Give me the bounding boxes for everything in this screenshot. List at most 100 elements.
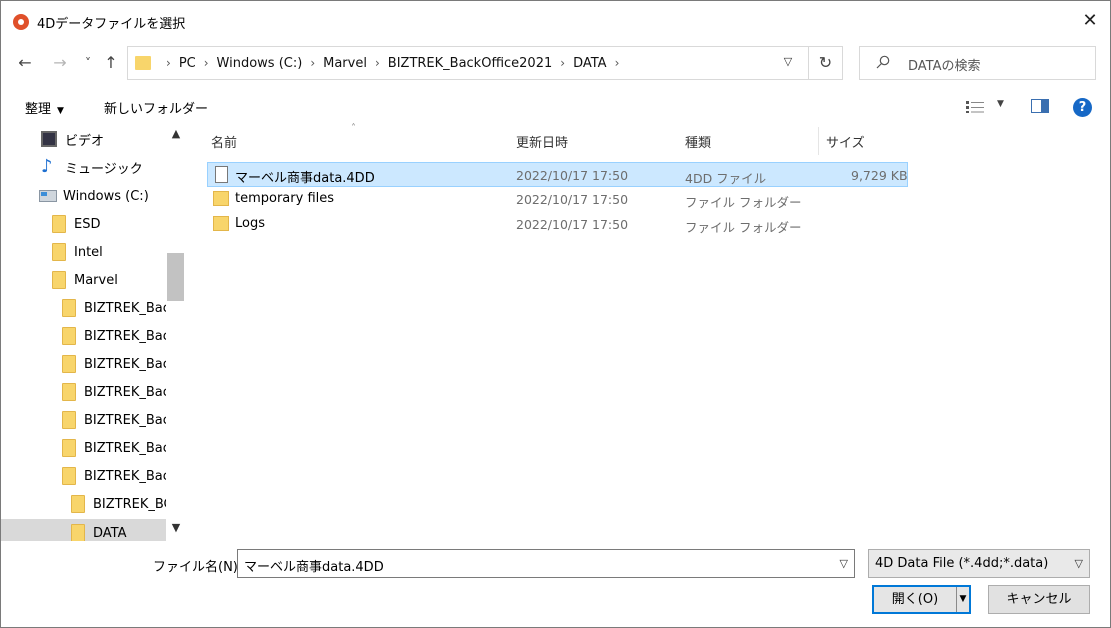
tree-item-label: BIZTREK_BC [93, 496, 166, 512]
tree-item-biztrek[interactable]: BIZTREK_Back [1, 294, 166, 322]
tree-item-esd[interactable]: ESD [1, 210, 166, 238]
tree-item-data[interactable]: DATA [1, 519, 166, 541]
tree-item-label: Intel [74, 244, 103, 260]
filetype-value: 4D Data File (*.4dd;*.data) [875, 556, 1049, 571]
folder-icon [62, 327, 76, 345]
tree-item-label: BIZTREK_Back [84, 468, 166, 484]
recent-locations-button[interactable]: ˅ [76, 51, 100, 75]
refresh-button[interactable]: ↻ [809, 46, 843, 80]
cancel-button[interactable]: キャンセル [988, 585, 1090, 614]
file-row[interactable]: temporary files 2022/10/17 17:50 ファイル フォ… [207, 187, 908, 212]
chevron-right-icon[interactable]: › [375, 56, 380, 70]
caret-down-icon: ▼ [997, 99, 1004, 109]
search-icon [876, 55, 890, 69]
folder-icon [62, 355, 76, 373]
tree-item-music[interactable]: ♪ ミュージック [1, 153, 166, 181]
breadcrumb-biztrek[interactable]: BIZTREK_BackOffice2021 [388, 56, 552, 71]
tree-item-label: ミュージック [65, 161, 143, 177]
file-row[interactable]: Logs 2022/10/17 17:50 ファイル フォルダー [207, 212, 908, 237]
tree-item-marvel[interactable]: Marvel [1, 266, 166, 294]
folder-icon [213, 191, 229, 206]
tree-item-biztrek-bc[interactable]: BIZTREK_BC [1, 490, 166, 518]
file-name: temporary files [235, 191, 335, 206]
column-header-modified[interactable]: 更新日時 [516, 132, 568, 151]
file-name: マーベル商事data.4DD [235, 171, 375, 186]
file-icon [215, 166, 228, 183]
chevron-right-icon[interactable]: › [615, 56, 620, 70]
tree-item-intel[interactable]: Intel [1, 238, 166, 266]
chevron-right-icon[interactable]: › [560, 56, 565, 70]
open-button[interactable]: 開く(O) ▼ [872, 585, 971, 614]
app-icon [13, 14, 29, 30]
column-header-size[interactable]: サイズ [826, 132, 865, 151]
file-modified: 2022/10/17 17:50 [516, 168, 629, 183]
file-modified: 2022/10/17 17:50 [516, 217, 629, 232]
tree-item-label: Marvel [74, 272, 118, 288]
chevron-down-icon[interactable]: ▽ [778, 55, 798, 71]
breadcrumb-pc[interactable]: PC [179, 56, 196, 71]
filetype-select[interactable]: 4D Data File (*.4dd;*.data) ▽ [868, 549, 1090, 578]
file-row[interactable]: マーベル商事data.4DD 2022/10/17 17:50 4DD ファイル… [207, 162, 908, 187]
column-divider[interactable] [818, 127, 819, 155]
filename-field[interactable]: マーベル商事data.4DD ▽ [237, 549, 855, 578]
tree-item-label: BIZTREK_Back [84, 356, 166, 372]
search-box[interactable]: DATAの検索 [859, 46, 1096, 80]
folder-icon [213, 216, 229, 231]
help-button[interactable]: ? [1073, 98, 1092, 117]
tree-item-windows-c[interactable]: Windows (C:) [1, 182, 166, 210]
chevron-right-icon[interactable]: › [204, 56, 209, 70]
tree-item-label: ESD [74, 216, 101, 232]
tree-item-biztrek[interactable]: BIZTREK_Back [1, 462, 166, 490]
folder-icon [62, 299, 76, 317]
file-size: 9,729 KB [851, 168, 908, 183]
scroll-down-icon[interactable]: ▼ [169, 521, 183, 534]
tree-item-biztrek[interactable]: BIZTREK_Back [1, 406, 166, 434]
breadcrumb-marvel[interactable]: Marvel [323, 56, 367, 71]
organize-button[interactable]: 整理 ▼ [25, 98, 64, 117]
chevron-down-icon: ▽ [1074, 557, 1083, 570]
up-button[interactable]: ↑ [99, 51, 123, 75]
tree-item-biztrek[interactable]: BIZTREK_Back [1, 350, 166, 378]
tree-item-label: BIZTREK_Back [84, 300, 166, 316]
folder-icon [62, 467, 76, 485]
caret-down-icon: ▼ [57, 106, 64, 116]
tree-item-biztrek[interactable]: BIZTREK_Back [1, 434, 166, 462]
tree-item-label: BIZTREK_Back [84, 412, 166, 428]
organize-label: 整理 [25, 102, 52, 117]
address-bar[interactable]: › PC › Windows (C:) › Marvel › BIZTREK_B… [127, 46, 809, 80]
video-icon [41, 131, 57, 147]
new-folder-button[interactable]: 新しいフォルダー [104, 98, 208, 117]
back-button[interactable]: ← [13, 51, 37, 75]
view-options-button[interactable]: ▼ [965, 97, 1009, 117]
tree-item-biztrek[interactable]: BIZTREK_Back [1, 322, 166, 350]
breadcrumb-data[interactable]: DATA [573, 56, 607, 71]
chevron-right-icon[interactable]: › [310, 56, 315, 70]
drive-icon [39, 190, 57, 202]
caret-down-icon[interactable]: ▼ [956, 587, 969, 612]
folder-icon [52, 215, 66, 233]
folder-icon [135, 56, 151, 70]
column-header-type[interactable]: 種類 [685, 132, 711, 151]
preview-pane-button[interactable] [1031, 99, 1049, 113]
folder-icon [71, 495, 85, 513]
scroll-up-icon[interactable]: ▲ [169, 127, 183, 140]
chevron-right-icon[interactable]: › [166, 56, 171, 70]
close-button[interactable]: ✕ [1073, 7, 1107, 35]
navigation-pane: ビデオ ♪ ミュージック Windows (C:) ESD Intel Marv… [1, 123, 185, 541]
sort-chevron-icon: ˄ [351, 123, 356, 134]
tree-item-label: BIZTREK_Back [84, 384, 166, 400]
column-header-name[interactable]: 名前 [211, 132, 237, 151]
chevron-down-icon[interactable]: ▽ [840, 557, 848, 570]
tree-scrollbar-thumb[interactable] [167, 253, 184, 301]
forward-button[interactable]: → [48, 51, 72, 75]
file-type: ファイル フォルダー [685, 220, 802, 235]
open-button-label[interactable]: 開く(O) [874, 587, 956, 612]
title-bar: 4Dデータファイルを選択 ✕ [1, 1, 1110, 41]
tree-item-videos[interactable]: ビデオ [1, 125, 166, 153]
tree-item-biztrek[interactable]: BIZTREK_Back [1, 378, 166, 406]
breadcrumb-windows-c[interactable]: Windows (C:) [217, 56, 303, 71]
file-type: ファイル フォルダー [685, 195, 802, 210]
tree-item-label: DATA [93, 525, 127, 541]
filename-label: ファイル名(N): [153, 560, 243, 575]
folder-icon [52, 243, 66, 261]
